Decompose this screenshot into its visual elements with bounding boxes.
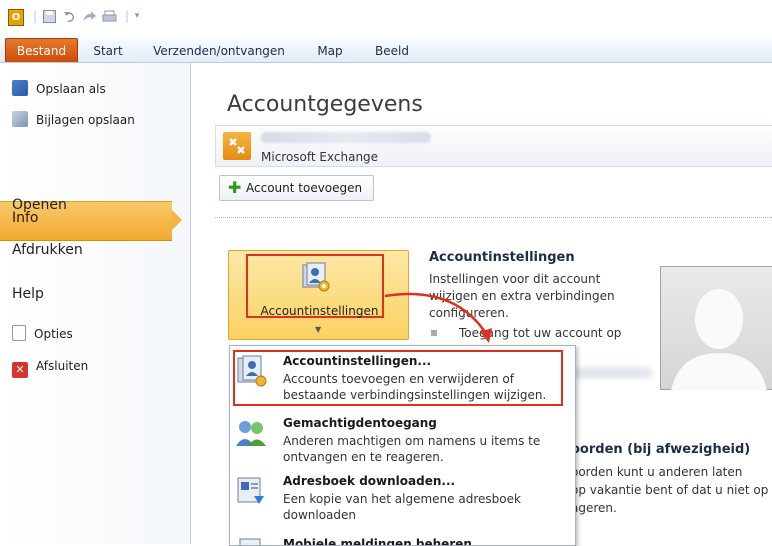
profile-photo[interactable] [660,266,772,391]
automatic-replies-title: oorden (bij afwezigheid) [571,442,751,457]
menu-item-title: Accountinstellingen... [283,354,432,368]
nav-opties[interactable]: Opties [12,324,73,344]
tab-start[interactable]: Start [88,41,128,61]
nav-label: Afsluiten [36,359,89,373]
page-title: Accountgegevens [227,92,423,117]
print-icon[interactable] [102,10,117,23]
nav-label: Opties [34,327,73,341]
ribbon-tabs: Bestand Start Verzenden/ontvangen Map Be… [0,36,772,63]
account-settings-menu: Accountinstellingen... Accounts toevoege… [229,345,576,546]
bullet-icon [431,330,437,336]
undo-icon[interactable] [62,10,76,23]
nav-bijlagen-opslaan[interactable]: Bijlagen opslaan [12,110,135,130]
menu-item-adresboek-downloaden[interactable]: Adresboek downloaden... Een kopie van he… [230,470,575,526]
redacted-text [572,367,652,379]
add-account-button[interactable]: ✚ Account toevoegen [219,175,374,201]
tab-verzenden-ontvangen[interactable]: Verzenden/ontvangen [146,41,292,61]
menu-item-mobiele-meldingen[interactable]: Mobiele meldingen beheren [230,533,575,546]
selection-arrow [172,210,182,230]
nav-openen[interactable]: Openen [12,193,67,217]
oof-line: op vakantie bent of dat u niet op [571,483,769,497]
menu-item-description: Anderen machtigen om namens u items te o… [283,434,541,464]
exit-icon: ✕ [12,362,28,378]
tab-beeld[interactable]: Beeld [372,41,412,61]
separator: | [32,9,38,23]
account-settings-icon [237,355,267,387]
person-silhouette-icon [671,289,767,391]
send-receive-icon[interactable] [82,10,96,23]
add-account-label: Account toevoegen [246,181,363,195]
tab-map[interactable]: Map [313,41,347,61]
automatic-replies-description: oorden kunt u anderen laten op vakantie … [571,463,772,517]
outlook-app-icon[interactable]: O [8,9,24,26]
nav-label: Bijlagen opslaan [36,113,135,127]
customize-icon[interactable]: ▾ [130,10,144,23]
account-settings-button-label: Accountinstellingen [260,304,379,318]
mobile-notifications-icon [239,538,261,545]
oof-line: ageren. [571,501,617,515]
add-icon: ✚ [228,178,242,197]
options-icon [12,325,26,341]
tab-bestand[interactable]: Bestand [5,38,78,62]
menu-item-description: Een kopie van het algemene adresboek dow… [283,492,521,522]
account-selector[interactable]: Microsoft Exchange [215,125,772,167]
menu-item-title: Gemachtigdentoegang [283,416,437,430]
save-icon[interactable] [42,10,56,23]
account-settings-icon [302,262,330,292]
account-type: Microsoft Exchange [261,150,379,164]
menu-item-description: Accounts toevoegen en verwijderen of bes… [283,372,547,402]
save-as-icon [12,80,28,96]
exchange-icon [223,132,251,160]
account-email-redacted [261,132,431,143]
nav-help[interactable]: Help [12,282,44,306]
menu-item-gemachtigdentoegang[interactable]: Gemachtigdentoegang Anderen machtigen om… [230,412,575,468]
menu-item-title: Adresboek downloaden... [283,474,456,488]
save-attachments-icon [12,111,28,127]
chevron-down-icon: ▼ [315,325,322,334]
menu-item-title: Mobiele meldingen beheren [283,537,472,546]
account-settings-description: Instellingen voor dit account wijzigen e… [429,272,615,320]
account-settings-button[interactable]: Accountinstellingen ▼ [228,250,409,340]
nav-afdrukken[interactable]: Afdrukken [12,238,83,262]
divider [215,217,772,218]
menu-item-accountinstellingen[interactable]: Accountinstellingen... Accounts toevoege… [230,350,575,406]
backstage-nav: Opslaan als Bijlagen opslaan Info Openen… [0,63,191,544]
oof-line: oorden kunt u anderen laten [571,465,743,479]
delegate-access-icon [236,421,266,446]
account-settings-bullet: Toegang tot uw account op [459,326,622,340]
quick-access-toolbar: O | | ▾ [0,0,772,36]
nav-opslaan-als[interactable]: Opslaan als [12,79,106,99]
account-settings-title: Accountinstellingen [429,250,575,265]
address-book-icon [237,477,264,504]
nav-afsluiten[interactable]: ✕ Afsluiten [12,356,89,378]
nav-label: Opslaan als [36,82,106,96]
